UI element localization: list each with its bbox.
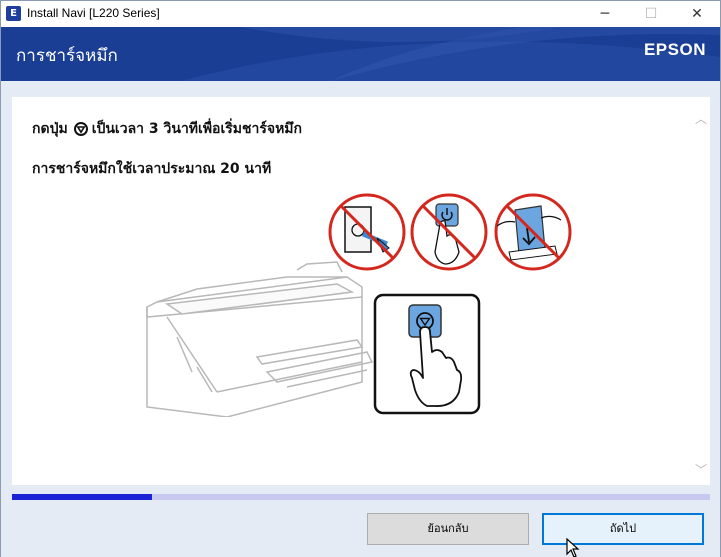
- no-paper-icon: [494, 193, 572, 271]
- page-header: การชาร์จหมึก EPSON: [1, 27, 720, 81]
- duration-note: การชาร์จหมึกใช้เวลาประมาณ 20 นาที: [32, 161, 272, 177]
- window-title: Install Navi [L220 Series]: [27, 6, 160, 20]
- back-button[interactable]: ย้อนกลับ: [367, 513, 529, 545]
- scroll-down-arrow[interactable]: ﹀: [694, 461, 708, 477]
- printer-illustration: [146, 261, 374, 417]
- epson-logo: EPSON: [643, 40, 706, 59]
- installer-window: E Install Navi [L220 Series] ─ ☐ ✕ การชา…: [0, 0, 721, 557]
- instruction-panel: กดปุ่ม เป็นเวลา 3 วินาทีเพื่อเริ่มชาร์จห…: [12, 97, 710, 485]
- page-title: การชาร์จหมึก: [16, 46, 118, 66]
- ink-charge-illustration: [146, 193, 572, 417]
- instruction-suffix: เป็นเวลา 3 วินาทีเพื่อเริ่มชาร์จหมึก: [91, 121, 303, 137]
- no-power-icon: [410, 193, 488, 271]
- minimize-button[interactable]: ─: [582, 1, 628, 27]
- maximize-button[interactable]: ☐: [628, 1, 674, 27]
- title-bar[interactable]: E Install Navi [L220 Series] ─ ☐ ✕: [1, 1, 720, 27]
- app-icon: E: [6, 6, 21, 21]
- progress-bar: [12, 494, 710, 500]
- no-unplug-icon: [328, 193, 406, 271]
- stop-button-icon: [73, 122, 88, 136]
- mouse-cursor-icon: [566, 538, 580, 557]
- footer-bar: ย้อนกลับ ถัดไป: [1, 501, 720, 557]
- press-button-callout: [373, 293, 481, 415]
- progress-fill: [12, 494, 152, 500]
- instruction-prefix: กดปุ่ม: [32, 121, 68, 137]
- scroll-up-arrow[interactable]: ︿: [694, 110, 708, 126]
- close-button[interactable]: ✕: [674, 1, 720, 27]
- instruction-line: กดปุ่ม เป็นเวลา 3 วินาทีเพื่อเริ่มชาร์จห…: [32, 118, 302, 140]
